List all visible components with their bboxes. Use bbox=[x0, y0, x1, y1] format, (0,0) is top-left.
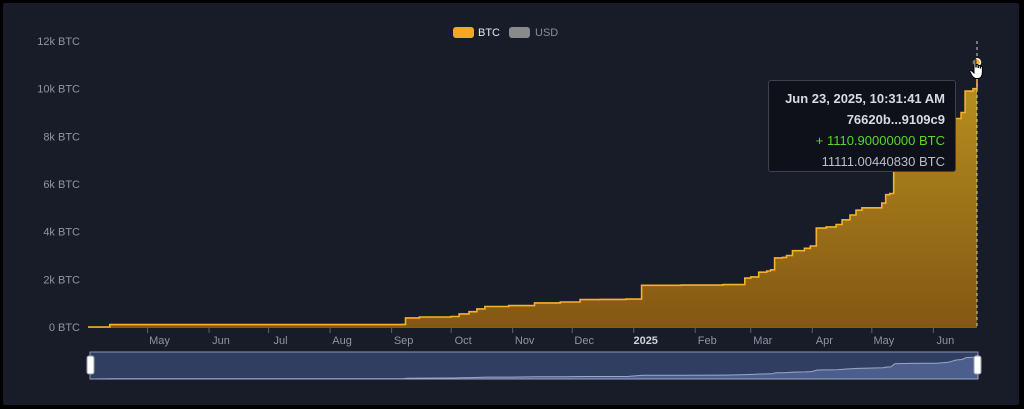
tooltip-delta: + 1110.90000000 BTC bbox=[815, 133, 945, 148]
x-tick-label: Feb bbox=[698, 335, 717, 347]
x-tick-label: 2025 bbox=[633, 335, 657, 347]
x-tick-label: May bbox=[149, 335, 170, 347]
legend-item-btc[interactable]: BTC bbox=[453, 27, 500, 39]
x-tick-label: Jun bbox=[936, 335, 954, 347]
x-tick-label: Sep bbox=[394, 335, 414, 347]
legend-label-btc: BTC bbox=[478, 27, 500, 39]
x-tick-label: Nov bbox=[515, 335, 535, 347]
chart-legend: BTC USD bbox=[453, 27, 558, 39]
y-tick-label: 0 BTC bbox=[49, 322, 80, 334]
x-tick-label: Apr bbox=[816, 335, 833, 347]
tooltip-tx-id: 76620b...9109c9 bbox=[846, 112, 945, 127]
y-tick-label: 12k BTC bbox=[37, 36, 80, 48]
legend-swatch-usd bbox=[509, 27, 530, 38]
y-tick-label: 4k BTC bbox=[43, 227, 80, 239]
navigator-handle-right[interactable] bbox=[973, 355, 982, 375]
x-tick-label: Dec bbox=[574, 335, 594, 347]
x-tick-label: Jun bbox=[212, 335, 230, 347]
hand-cursor-icon bbox=[969, 58, 983, 79]
legend-label-usd: USD bbox=[535, 27, 558, 39]
tooltip-date: Jun 23, 2025, 10:31:41 AM bbox=[785, 91, 945, 106]
x-tick-label: Aug bbox=[332, 335, 352, 347]
x-tick-label: May bbox=[873, 335, 894, 347]
y-tick-label: 8k BTC bbox=[43, 131, 80, 143]
legend-item-usd[interactable]: USD bbox=[509, 27, 558, 39]
navigator-handle-left[interactable] bbox=[86, 355, 95, 375]
y-tick-label: 10k BTC bbox=[37, 84, 80, 96]
x-tick-label: Mar bbox=[753, 335, 772, 347]
x-tick-label: Oct bbox=[455, 335, 472, 347]
range-navigator[interactable] bbox=[86, 351, 982, 380]
tooltip-balance: 11111.00440830 BTC bbox=[821, 154, 945, 169]
x-axis: May Jun Jul Aug Sep Oct Nov Dec 2025 Feb Mar Apr May… bbox=[88, 327, 977, 347]
y-tick-label: 6k BTC bbox=[43, 179, 80, 191]
y-tick-label: 2k BTC bbox=[43, 274, 80, 286]
y-axis: 0 BTC 2k BTC 4k BTC 6k BTC 8k BTC 10k BTC 12k … bbox=[37, 36, 80, 334]
legend-swatch-btc bbox=[453, 27, 474, 38]
x-tick-label: Jul bbox=[274, 335, 288, 347]
chart-tooltip: Jun 23, 2025, 10:31:41 AM 76620b...9109c… bbox=[768, 80, 956, 172]
btc-balance-chart[interactable]: BTC USD 0 BTC 2k BTC 4k BTC 6k BTC 8k BTC 10k… bbox=[0, 0, 1024, 409]
